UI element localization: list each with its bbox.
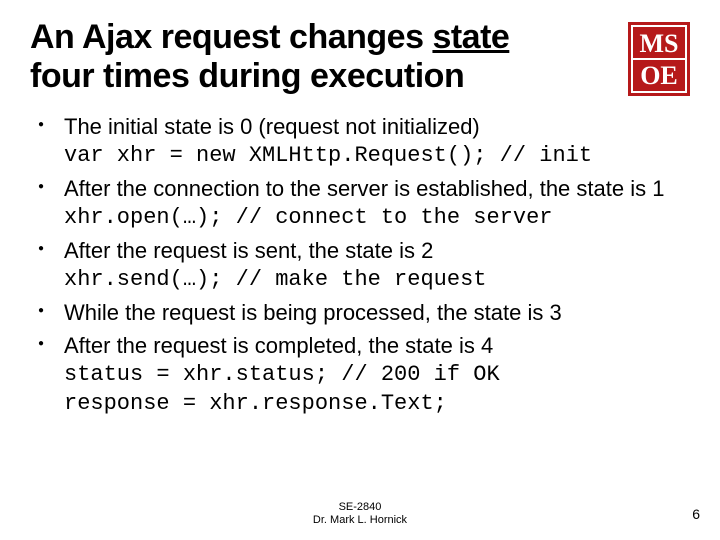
code-line: xhr.open(…); // connect to the server (64, 203, 690, 232)
bullet-text: While the request is being processed, th… (64, 300, 562, 325)
title-line2: four times during execution (30, 57, 464, 95)
list-item: After the connection to the server is es… (34, 174, 690, 232)
slide-footer: SE-2840 Dr. Mark L. Hornick (0, 501, 720, 529)
slide-header: An Ajax request changes state four times… (30, 18, 690, 96)
bullet-text: After the request is sent, the state is … (64, 238, 433, 263)
msoe-logo: MS OE (628, 22, 690, 96)
code-line: var xhr = new XMLHttp.Request(); // init (64, 141, 690, 170)
bullet-text: After the request is completed, the stat… (64, 333, 493, 358)
list-item: While the request is being processed, th… (34, 298, 690, 327)
bullet-list: The initial state is 0 (request not init… (30, 112, 690, 418)
page-number: 6 (692, 506, 700, 522)
footer-course: SE-2840 (339, 501, 382, 513)
title-block: An Ajax request changes state four times… (30, 18, 616, 96)
svg-text:MS: MS (640, 29, 679, 58)
bullet-text: The initial state is 0 (request not init… (64, 114, 480, 139)
slide-title: An Ajax request changes state four times… (30, 18, 616, 96)
code-line: xhr.send(…); // make the request (64, 265, 690, 294)
title-line1-pre: An Ajax request changes (30, 18, 432, 56)
footer-author: Dr. Mark L. Hornick (313, 514, 407, 526)
title-underlined-word: state (432, 18, 509, 56)
code-line: status = xhr.status; // 200 if OK respon… (64, 360, 690, 418)
list-item: After the request is sent, the state is … (34, 236, 690, 294)
list-item: After the request is completed, the stat… (34, 331, 690, 418)
list-item: The initial state is 0 (request not init… (34, 112, 690, 170)
svg-text:OE: OE (640, 61, 678, 90)
bullet-text: After the connection to the server is es… (64, 176, 664, 201)
